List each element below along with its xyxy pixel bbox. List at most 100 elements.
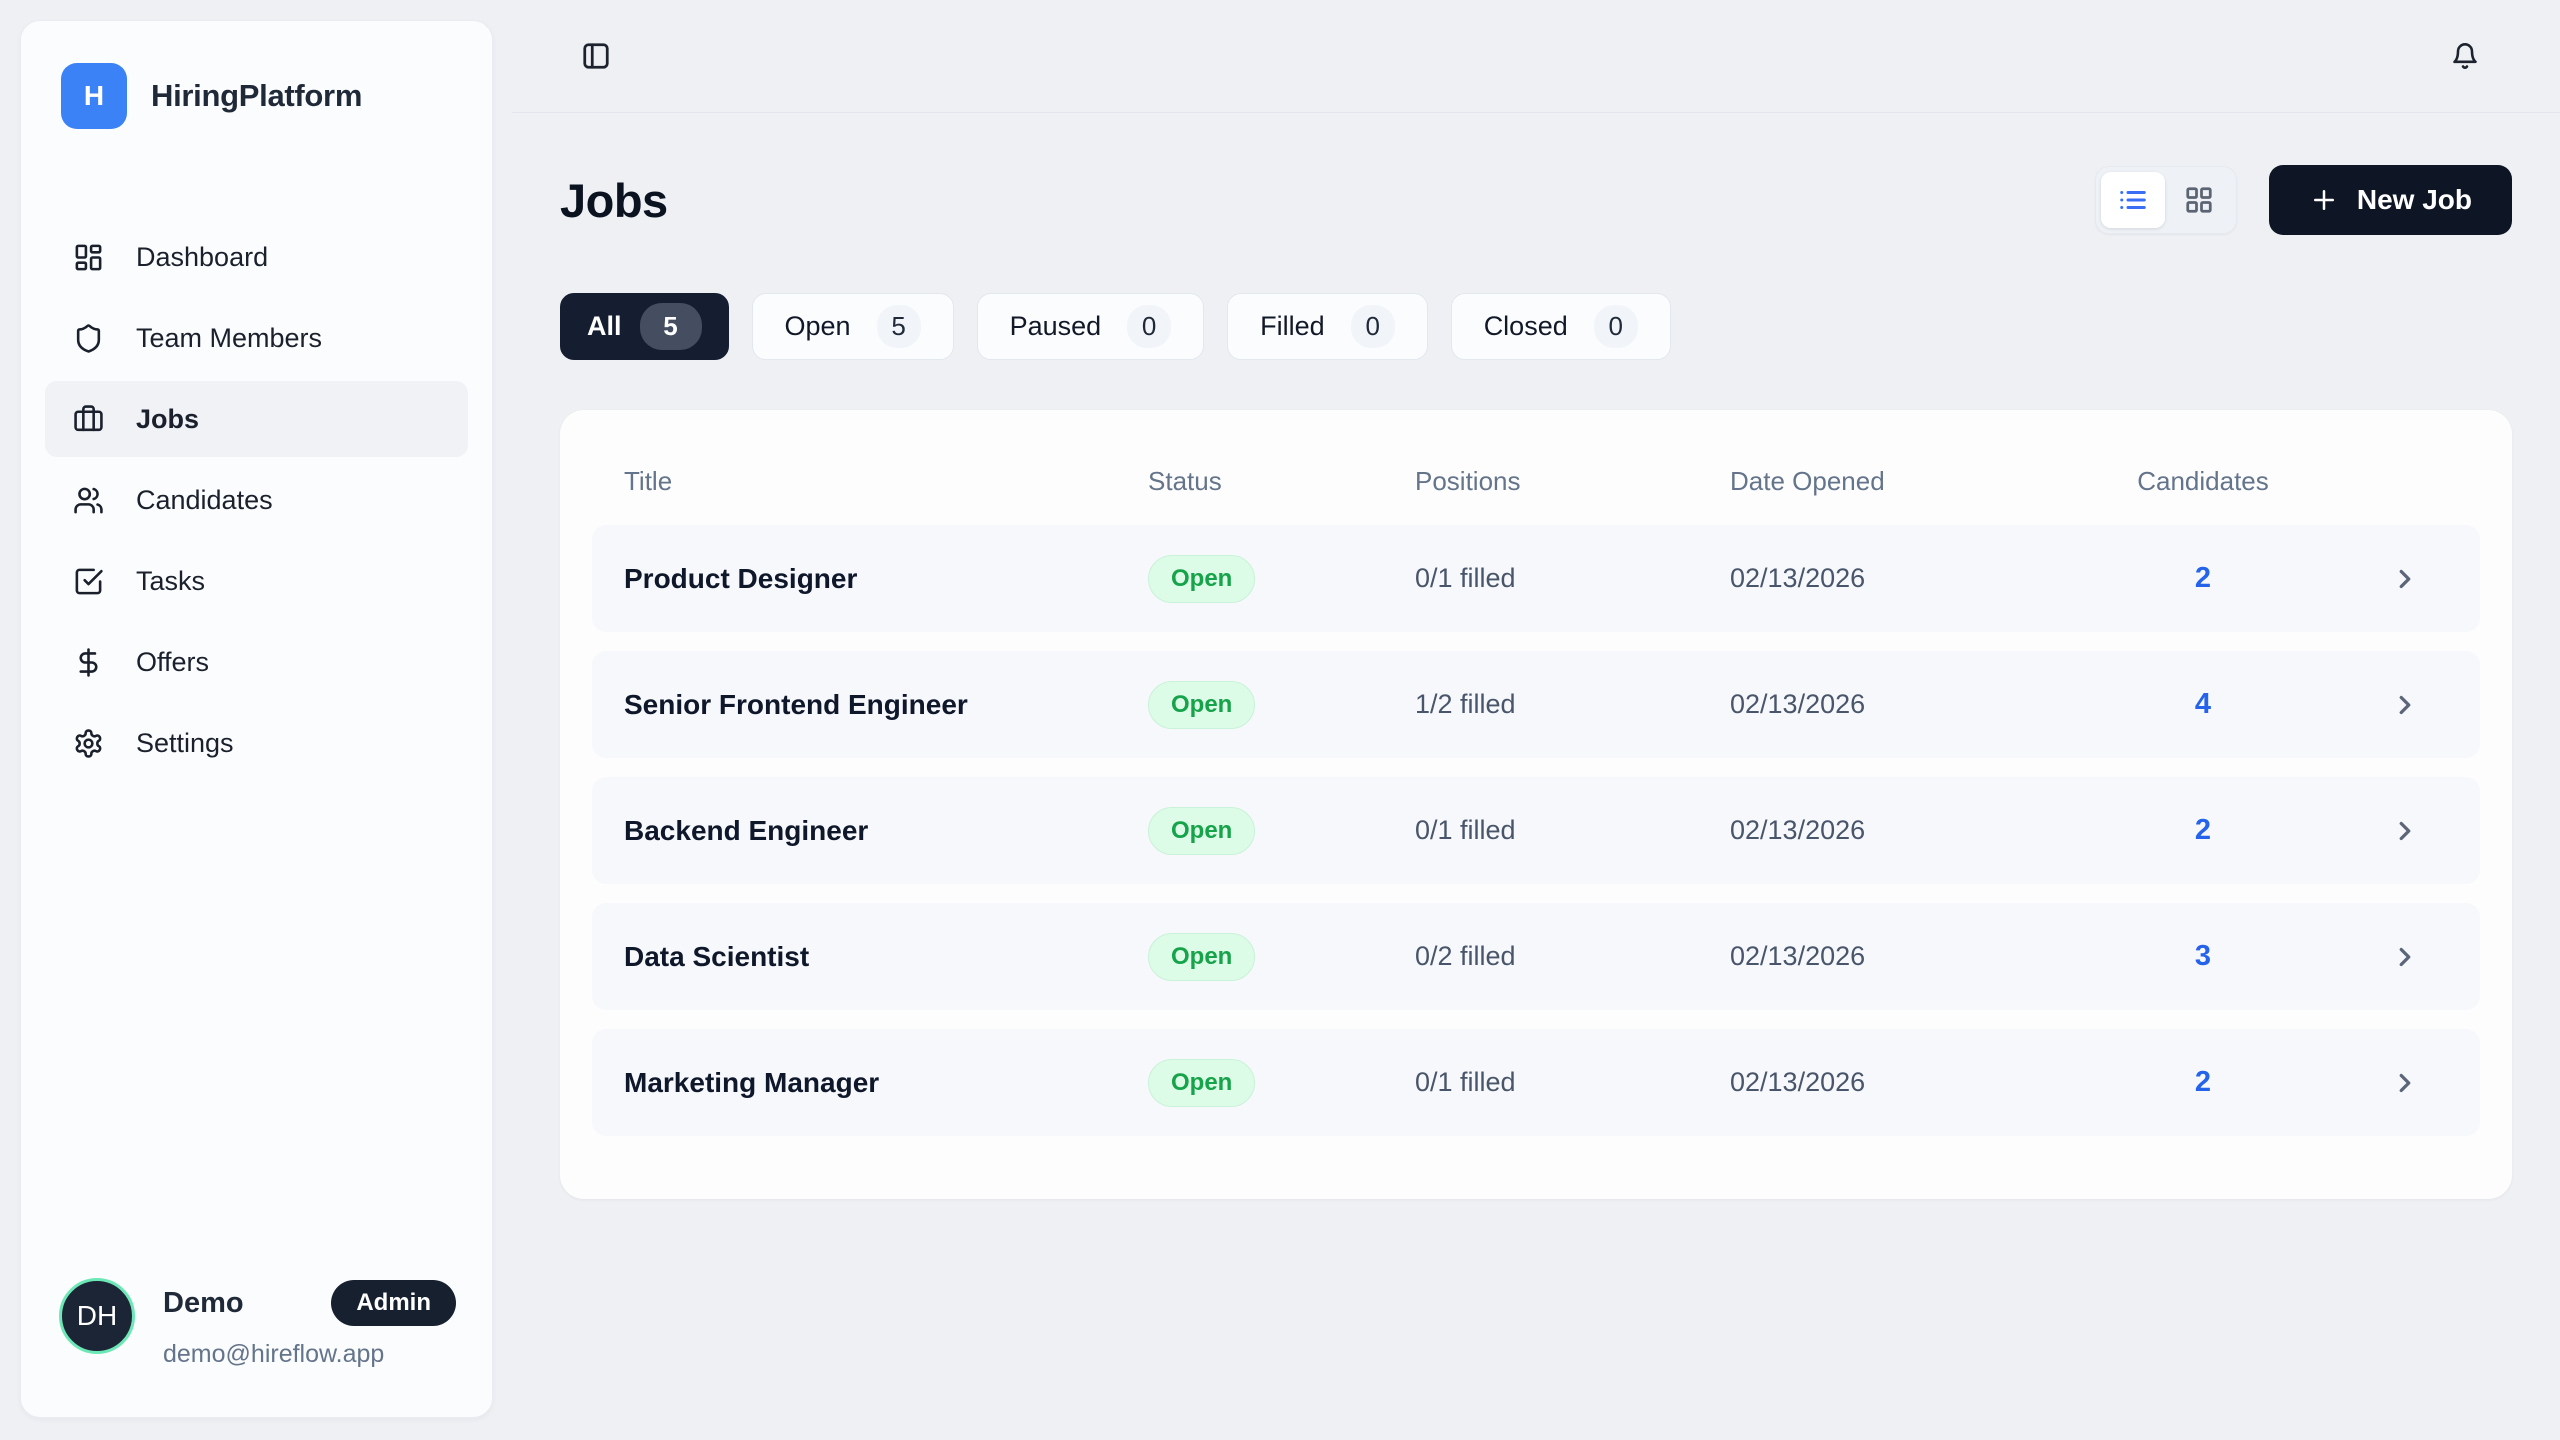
role-badge: Admin (331, 1280, 456, 1326)
table-row[interactable]: Senior Frontend Engineer Open 1/2 filled… (592, 651, 2480, 758)
job-date-opened: 02/13/2026 (1730, 1067, 2128, 1098)
user-email: demo@hireflow.app (163, 1340, 456, 1369)
briefcase-icon (73, 404, 104, 435)
sidebar-item-offers[interactable]: Offers (45, 624, 468, 700)
users-icon (73, 485, 104, 516)
grid-icon (2184, 185, 2214, 215)
sidebar-toggle-button[interactable] (575, 35, 617, 77)
sidebar: H HiringPlatform Dashboard Team Members … (20, 20, 493, 1418)
gear-icon (73, 728, 104, 759)
filter-tab-label: Filled (1260, 311, 1325, 342)
sidebar-item-jobs[interactable]: Jobs (45, 381, 468, 457)
job-title: Backend Engineer (624, 815, 1148, 847)
job-candidates-count[interactable]: 2 (2128, 1066, 2278, 1099)
sidebar-item-candidates[interactable]: Candidates (45, 462, 468, 538)
sidebar-item-dashboard[interactable]: Dashboard (45, 219, 468, 295)
sidebar-item-label: Dashboard (136, 242, 268, 273)
job-positions: 0/1 filled (1415, 563, 1730, 594)
topbar (512, 0, 2560, 113)
panel-left-icon (581, 41, 611, 71)
filter-tab-label: All (587, 311, 622, 342)
header-actions: New Job (2095, 165, 2512, 235)
sidebar-item-settings[interactable]: Settings (45, 705, 468, 781)
user-info: Demo Admin demo@hireflow.app (163, 1278, 456, 1369)
avatar: DH (59, 1278, 135, 1354)
table-row[interactable]: Product Designer Open 0/1 filled 02/13/2… (592, 525, 2480, 632)
job-positions: 1/2 filled (1415, 689, 1730, 720)
column-header-date-opened: Date Opened (1730, 466, 2128, 497)
page-content: Jobs (493, 165, 2560, 1199)
job-candidates-count[interactable]: 2 (2128, 562, 2278, 595)
view-toggle (2095, 166, 2237, 234)
filter-tab-count: 5 (640, 303, 702, 350)
sidebar-item-tasks[interactable]: Tasks (45, 543, 468, 619)
filter-tab-closed[interactable]: Closed 0 (1451, 293, 1671, 360)
filter-tab-paused[interactable]: Paused 0 (977, 293, 1205, 360)
plus-icon (2309, 185, 2339, 215)
new-job-button[interactable]: New Job (2269, 165, 2512, 235)
chevron-right-icon[interactable] (2390, 564, 2420, 594)
app-name: HiringPlatform (151, 78, 362, 114)
job-candidates-count[interactable]: 2 (2128, 814, 2278, 847)
filter-tab-count: 0 (1594, 305, 1638, 348)
grid-view-button[interactable] (2167, 172, 2231, 228)
job-positions: 0/1 filled (1415, 1067, 1730, 1098)
list-view-button[interactable] (2101, 172, 2165, 228)
status-badge: Open (1148, 681, 1255, 729)
jobs-table-card: Title Status Positions Date Opened Candi… (560, 410, 2512, 1199)
job-title: Product Designer (624, 563, 1148, 595)
column-header-status: Status (1148, 466, 1415, 497)
filter-tab-open[interactable]: Open 5 (752, 293, 954, 360)
table-row[interactable]: Backend Engineer Open 0/1 filled 02/13/2… (592, 777, 2480, 884)
app-logo-row: H HiringPlatform (21, 21, 492, 159)
status-badge: Open (1148, 933, 1255, 981)
bell-icon (2451, 41, 2479, 71)
sidebar-item-label: Candidates (136, 485, 273, 516)
user-name: Demo (163, 1287, 244, 1320)
filter-tab-label: Open (785, 311, 851, 342)
job-date-opened: 02/13/2026 (1730, 689, 2128, 720)
filter-tab-all[interactable]: All 5 (560, 293, 729, 360)
sidebar-item-label: Team Members (136, 323, 322, 354)
chevron-right-icon[interactable] (2390, 816, 2420, 846)
status-badge: Open (1148, 1059, 1255, 1107)
chevron-right-icon[interactable] (2390, 942, 2420, 972)
job-date-opened: 02/13/2026 (1730, 941, 2128, 972)
status-badge: Open (1148, 555, 1255, 603)
dollar-sign-icon (73, 647, 104, 678)
job-title: Marketing Manager (624, 1067, 1148, 1099)
page-title: Jobs (560, 173, 668, 228)
job-title: Senior Frontend Engineer (624, 689, 1148, 721)
table-row[interactable]: Data Scientist Open 0/2 filled 02/13/202… (592, 903, 2480, 1010)
filter-tab-label: Paused (1010, 311, 1102, 342)
column-header-title: Title (624, 466, 1148, 497)
job-positions: 0/2 filled (1415, 941, 1730, 972)
column-header-positions: Positions (1415, 466, 1730, 497)
filter-tab-count: 0 (1127, 305, 1171, 348)
filter-tab-filled[interactable]: Filled 0 (1227, 293, 1428, 360)
status-badge: Open (1148, 807, 1255, 855)
table-header-row: Title Status Positions Date Opened Candi… (592, 410, 2480, 525)
job-candidates-count[interactable]: 3 (2128, 940, 2278, 973)
filter-tabs: All 5 Open 5 Paused 0 Filled 0 Closed 0 (560, 293, 2512, 360)
user-card[interactable]: DH Demo Admin demo@hireflow.app (21, 1248, 492, 1417)
shield-icon (73, 323, 104, 354)
check-square-icon (73, 566, 104, 597)
chevron-right-icon[interactable] (2390, 1068, 2420, 1098)
dashboard-grid-icon (73, 242, 104, 273)
job-title: Data Scientist (624, 941, 1148, 973)
column-header-candidates: Candidates (2128, 466, 2278, 497)
main-area: Jobs (493, 0, 2560, 1440)
app-logo-icon: H (61, 63, 127, 129)
job-date-opened: 02/13/2026 (1730, 563, 2128, 594)
sidebar-item-team-members[interactable]: Team Members (45, 300, 468, 376)
sidebar-item-label: Tasks (136, 566, 205, 597)
chevron-right-icon[interactable] (2390, 690, 2420, 720)
table-row[interactable]: Marketing Manager Open 0/1 filled 02/13/… (592, 1029, 2480, 1136)
notifications-button[interactable] (2445, 35, 2485, 77)
job-date-opened: 02/13/2026 (1730, 815, 2128, 846)
sidebar-nav: Dashboard Team Members Jobs Candidates T… (21, 159, 492, 1248)
list-icon (2118, 185, 2148, 215)
sidebar-item-label: Jobs (136, 404, 199, 435)
job-candidates-count[interactable]: 4 (2128, 688, 2278, 721)
